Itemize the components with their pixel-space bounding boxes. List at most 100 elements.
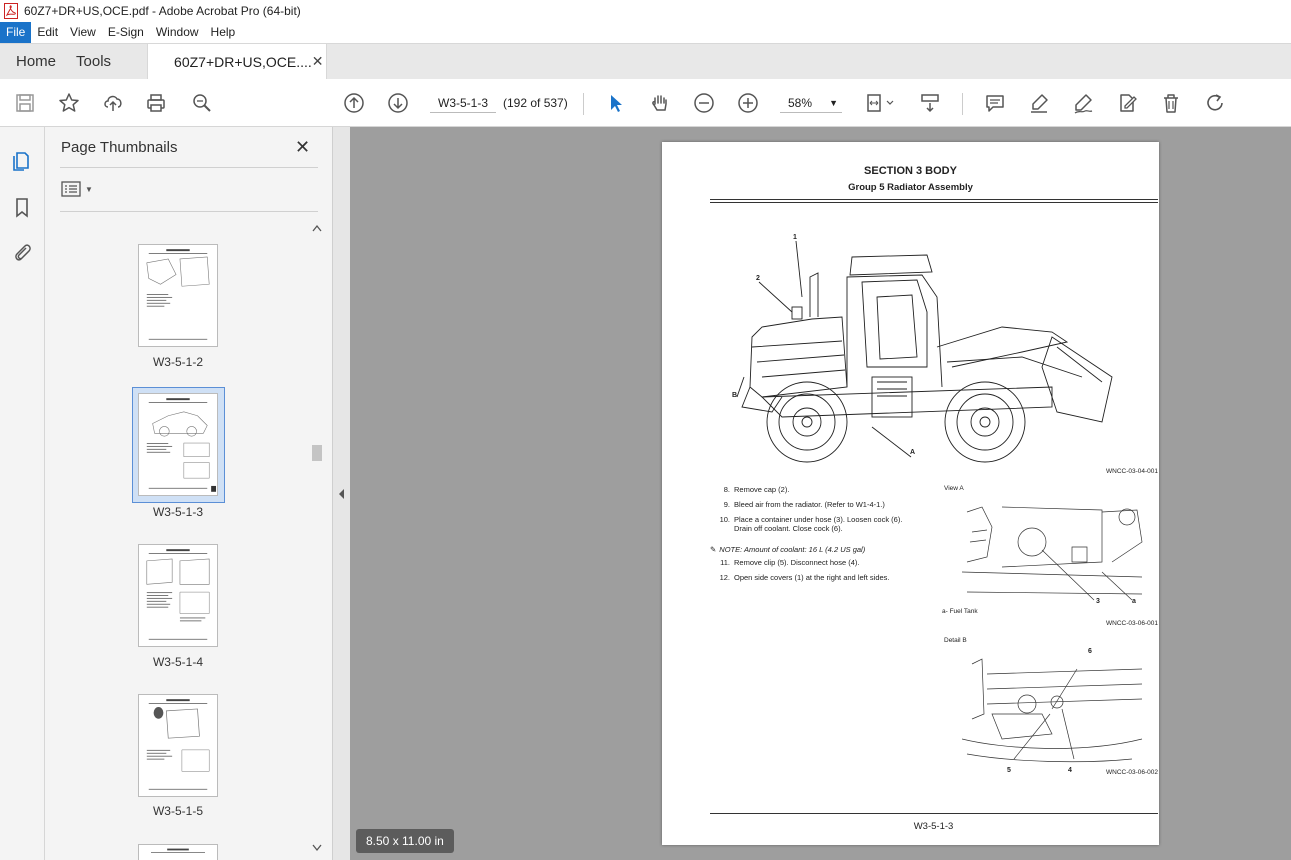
thumbnail-preview (146, 699, 210, 790)
zoom-out-icon[interactable] (691, 90, 717, 116)
header-rule (710, 202, 1158, 203)
scroll-mode-icon[interactable] (917, 90, 943, 116)
document-viewport[interactable]: SECTION 3 BODY Group 5 Radiator Assembly (350, 127, 1291, 860)
thumbnails-panel: Page Thumbnails ✕ ▼ W3-5-1-2 W3-5-1-3 W3… (45, 127, 332, 860)
acrobat-logo-icon (4, 3, 18, 19)
view-a-illustration (962, 506, 1143, 601)
note-pencil-icon: ✎ (710, 545, 717, 554)
toolbar-divider (583, 93, 584, 115)
left-rail (0, 127, 45, 860)
callout-label: 1 (793, 234, 797, 241)
view-legend: a- Fuel Tank (942, 608, 978, 615)
page-size-indicator: 8.50 x 11.00 in (356, 829, 454, 853)
document-tab-label: 60Z7+DR+US,OCE.... (174, 53, 312, 70)
instruction-step: 11. Remove clip (5). Disconnect hose (4). (720, 558, 860, 567)
thumbnail-preview (151, 848, 205, 853)
attachment-icon[interactable] (10, 240, 34, 264)
toolbar: W3-5-1-3 (192 of 537) 58% ▼ (0, 79, 1291, 127)
save-icon[interactable] (12, 90, 38, 116)
list-options-icon (61, 181, 81, 197)
close-tab-icon[interactable]: ✕ (312, 53, 324, 70)
callout-label: B (732, 392, 738, 399)
callout-label: 3 (1096, 598, 1100, 605)
search-zoom-icon[interactable] (189, 90, 215, 116)
callout-label: a (1132, 598, 1136, 605)
figure-code: WNCC-03-06-001 (1106, 620, 1159, 627)
title-bar: 60Z7+DR+US,OCE.pdf - Adobe Acrobat Pro (… (0, 0, 1291, 22)
menu-help[interactable]: Help (205, 22, 242, 43)
instruction-step: 9. Bleed air from the radiator. (Refer to… (723, 500, 885, 509)
comment-icon[interactable] (982, 90, 1008, 116)
panel-title: Page Thumbnails (61, 139, 178, 156)
fit-page-icon[interactable] (862, 90, 898, 116)
callout-label: A (910, 449, 916, 456)
edit-pdf-icon[interactable] (1114, 90, 1140, 116)
page-number-input[interactable]: W3-5-1-3 (430, 93, 496, 113)
wheel-loader-illustration (736, 240, 1113, 463)
panel-divider (60, 211, 318, 212)
callout-label: 2 (756, 275, 760, 282)
zoom-level-select[interactable]: 58% ▼ (780, 93, 842, 113)
pdf-page: SECTION 3 BODY Group 5 Radiator Assembly (662, 142, 1159, 845)
collapse-panel-handle[interactable] (332, 127, 350, 860)
bookmark-icon[interactable] (10, 195, 34, 219)
chevron-down-icon: ▼ (85, 184, 93, 194)
thumbnail-scrollbar[interactable] (310, 219, 324, 859)
arrow-up-icon[interactable] (341, 90, 367, 116)
page-footer: W3-5-1-3 (913, 821, 954, 832)
footer-rule (710, 813, 1158, 814)
chevron-down-icon: ▼ (829, 97, 838, 108)
page-thumbnail[interactable] (138, 244, 218, 347)
page-thumbnail[interactable] (138, 694, 218, 797)
select-arrow-icon[interactable] (603, 90, 629, 116)
hand-icon[interactable] (647, 90, 673, 116)
menu-window[interactable]: Window (150, 22, 205, 43)
menu-view[interactable]: View (64, 22, 102, 43)
chevron-left-icon (339, 489, 344, 499)
figure-code: WNCC-03-06-002 (1106, 769, 1159, 776)
zoom-in-icon[interactable] (735, 90, 761, 116)
tab-document[interactable]: 60Z7+DR+US,OCE.... ✕ (147, 44, 328, 79)
close-panel-icon[interactable]: ✕ (295, 137, 310, 158)
figure-code: WNCC-03-04-001 (1106, 468, 1159, 475)
thumbnail-options-button[interactable]: ▼ (61, 181, 93, 197)
window-title: 60Z7+DR+US,OCE.pdf - Adobe Acrobat Pro (… (24, 4, 301, 18)
thumbnail-preview (146, 249, 210, 340)
page-thumbnail[interactable] (138, 544, 218, 647)
page-thumbnail-selected[interactable] (138, 393, 218, 496)
page-thumbnails-icon[interactable] (10, 148, 34, 172)
print-icon[interactable] (143, 90, 169, 116)
menu-file[interactable]: File (0, 22, 32, 43)
delete-icon[interactable] (1158, 90, 1184, 116)
instruction-step: 8. Remove cap (2). (723, 485, 790, 494)
tab-tools[interactable]: Tools (72, 44, 127, 79)
upload-icon[interactable] (100, 90, 126, 116)
arrow-down-icon[interactable] (385, 90, 411, 116)
detail-b-illustration (962, 658, 1143, 763)
menu-bar: File Edit View E-Sign Window Help (0, 22, 1291, 43)
header-rule (710, 199, 1158, 200)
callout-label: 4 (1068, 767, 1072, 774)
rotate-icon[interactable] (1202, 90, 1228, 116)
star-icon[interactable] (56, 90, 82, 116)
sign-icon[interactable] (1070, 90, 1096, 116)
thumbnail-label: W3-5-1-4 (152, 655, 203, 669)
thumbnail-label: W3-5-1-3 (152, 505, 203, 519)
thumbnail-label: W3-5-1-2 (152, 355, 203, 369)
menu-esign[interactable]: E-Sign (102, 22, 150, 43)
section-heading: SECTION 3 BODY (864, 165, 957, 177)
view-label: View A (944, 485, 964, 492)
note-text: ✎ NOTE: Amount of coolant: 16 L (4.2 US g… (710, 545, 866, 554)
detail-label: Detail B (944, 637, 967, 644)
tab-bar: Home Tools 60Z7+DR+US,OCE.... ✕ (0, 43, 1291, 79)
instruction-step: 10. Place a container under hose (3). Loo… (719, 515, 903, 533)
zoom-value: 58% (788, 95, 813, 110)
group-heading: Group 5 Radiator Assembly (848, 182, 973, 193)
highlight-icon[interactable] (1026, 90, 1052, 116)
page-thumbnail[interactable] (138, 844, 218, 860)
thumbnail-label: W3-5-1-5 (152, 804, 203, 818)
menu-edit[interactable]: Edit (31, 22, 64, 43)
toolbar-divider (962, 93, 963, 115)
callout-label: 6 (1088, 648, 1092, 655)
tab-home[interactable]: Home (0, 44, 72, 79)
